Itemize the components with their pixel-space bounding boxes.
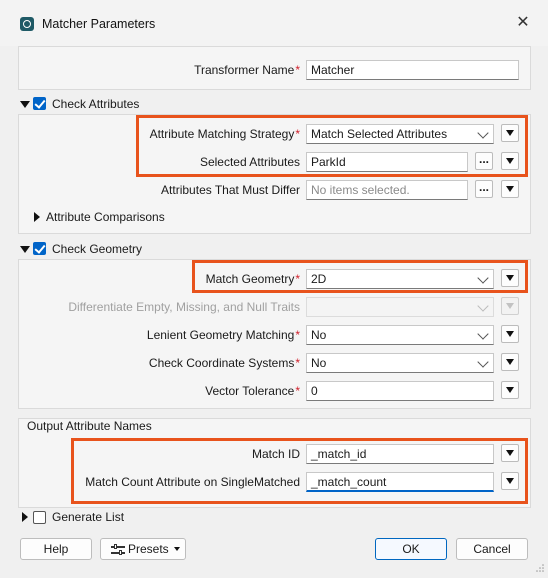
match-count-menu-button[interactable] [501,472,519,490]
check-coordinate-systems-select[interactable]: No [306,353,494,373]
attributes-must-differ-browse-button[interactable]: ... [475,180,493,198]
match-id-input[interactable]: _match_id [306,444,494,464]
lenient-geometry-menu-button[interactable] [501,325,519,343]
cancel-button[interactable]: Cancel [456,538,528,560]
attributes-must-differ-menu-button[interactable] [501,180,519,198]
match-id-menu-button[interactable] [501,444,519,462]
check-geometry-checkbox[interactable] [33,242,46,255]
check-coordinate-systems-label: Check Coordinate Systems* [148,356,300,370]
output-attribute-names-title: Output Attribute Names [27,419,152,433]
check-geometry-label: Check Geometry [52,242,143,256]
strategy-menu-button[interactable] [501,124,519,142]
resize-grip-icon[interactable] [536,564,544,572]
attribute-comparisons-label[interactable]: Attribute Comparisons [46,208,165,226]
vector-tolerance-menu-button[interactable] [501,381,519,399]
ok-button[interactable]: OK [375,538,447,560]
match-id-label: Match ID [251,447,300,461]
help-button[interactable]: Help [20,538,92,560]
coordinate-systems-menu-button[interactable] [501,353,519,371]
lenient-geometry-select[interactable]: No [306,325,494,345]
attribute-matching-strategy-label: Attribute Matching Strategy* [149,127,300,141]
presets-button[interactable]: Presets [100,538,186,560]
transformer-name-input[interactable]: Matcher [306,60,519,80]
window-title: Matcher Parameters [42,17,156,31]
transformer-name-label: Transformer Name* [194,63,300,77]
match-geometry-select[interactable]: 2D [306,269,494,289]
collapse-attributes-arrow-icon[interactable] [20,101,30,108]
selected-attributes-browse-button[interactable]: ... [475,152,493,170]
match-count-label: Match Count Attribute on SingleMatched [85,475,300,489]
check-attributes-checkbox[interactable] [33,97,46,110]
match-geometry-label: Match Geometry* [205,272,300,286]
attribute-matching-strategy-select[interactable]: Match Selected Attributes [306,124,494,144]
app-icon [20,17,34,31]
attributes-must-differ-input[interactable]: No items selected. [306,180,468,200]
expand-comparisons-arrow-icon[interactable] [34,212,40,222]
presets-dropdown-icon [174,547,180,551]
vector-tolerance-input[interactable]: 0 [306,381,494,401]
selected-attributes-input[interactable]: ParkId [306,152,468,172]
presets-label: Presets [128,542,169,556]
differentiate-traits-label: Differentiate Empty, Missing, and Null T… [68,300,300,314]
selected-attributes-menu-button[interactable] [501,152,519,170]
generate-list-label: Generate List [52,510,125,524]
differentiate-traits-select [306,297,494,317]
check-attributes-label: Check Attributes [52,97,140,111]
match-count-input[interactable]: _match_count [306,472,494,492]
close-icon[interactable]: ✕ [514,13,532,33]
generate-list-checkbox[interactable] [33,511,46,524]
attributes-must-differ-label: Attributes That Must Differ [161,183,300,197]
differentiate-traits-menu-button [501,297,519,315]
selected-attributes-label: Selected Attributes [199,155,300,169]
vector-tolerance-label: Vector Tolerance* [205,384,300,398]
expand-generate-list-arrow-icon[interactable] [22,512,28,522]
presets-sliders-icon [111,544,125,555]
match-geometry-menu-button[interactable] [501,269,519,287]
lenient-geometry-label: Lenient Geometry Matching* [146,328,300,342]
collapse-geometry-arrow-icon[interactable] [20,246,30,253]
